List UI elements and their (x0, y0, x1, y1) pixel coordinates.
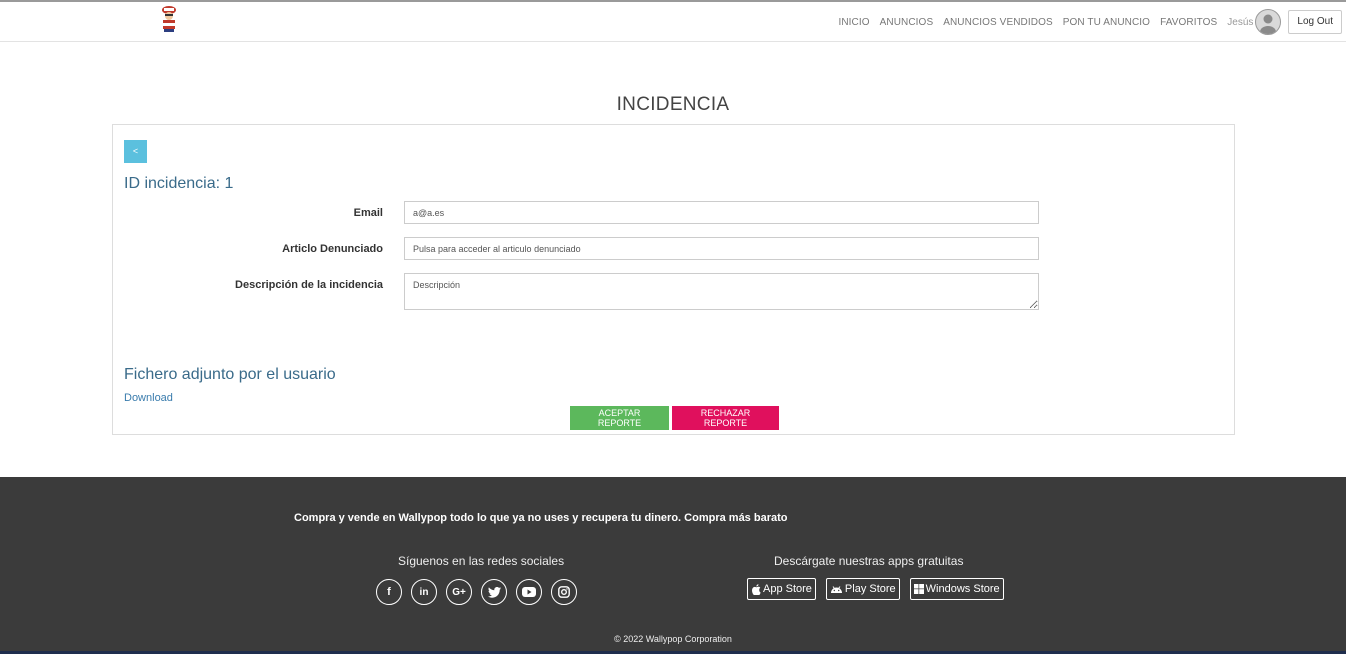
accept-report-button[interactable]: ACEPTAR REPORTE (570, 406, 669, 430)
facebook-icon[interactable]: f (376, 579, 402, 605)
incidence-panel: < ID incidencia: 1 Email Articlo Denunci… (112, 124, 1235, 435)
user-name: Jesús (1227, 16, 1254, 28)
twitter-icon[interactable] (481, 579, 507, 605)
social-links: f in G+ (376, 579, 586, 605)
reject-report-button[interactable]: RECHAZAR REPORTE (672, 406, 779, 430)
logout-button[interactable]: Log Out (1288, 10, 1342, 34)
social-title: Síguenos en las redes sociales (398, 554, 565, 568)
instagram-icon[interactable] (551, 579, 577, 605)
attachment-title: Fichero adjunto por el usuario (124, 366, 336, 383)
back-button[interactable]: < (124, 140, 147, 163)
article-link-field[interactable] (404, 237, 1039, 260)
windows-store-label: Windows Store (925, 583, 1000, 595)
article-label: Articlo Denunciado (282, 243, 383, 255)
user-avatar-icon (1260, 14, 1277, 34)
apple-icon (752, 583, 761, 595)
app-store-label: App Store (763, 583, 812, 595)
navbar: INICIO ANUNCIOS ANUNCIOS VENDIDOS PON TU… (0, 2, 1346, 42)
linkedin-icon[interactable]: in (411, 579, 437, 605)
windows-store-button[interactable]: Windows Store (909, 578, 1004, 600)
email-label: Email (353, 207, 383, 219)
description-label: Descripción de la incidencia (235, 279, 383, 291)
download-link[interactable]: Download (124, 392, 173, 404)
description-textarea[interactable] (404, 273, 1039, 310)
page-title: INCIDENCIA (616, 94, 730, 115)
app-store-button[interactable]: App Store (747, 578, 816, 600)
avatar[interactable] (1255, 9, 1282, 35)
nav-anuncios-vendidos[interactable]: ANUNCIOS VENDIDOS (943, 17, 1053, 28)
footer: Compra y vende en Wallypop todo lo que y… (0, 477, 1346, 654)
nav-inicio[interactable]: INICIO (838, 17, 869, 28)
google-plus-icon[interactable]: G+ (446, 579, 472, 605)
logo-icon[interactable] (160, 5, 178, 33)
copyright: © 2022 Wallypop Corporation (614, 634, 732, 644)
play-store-button[interactable]: Play Store (825, 578, 900, 600)
nav-pon-tu-anuncio[interactable]: PON TU ANUNCIO (1063, 17, 1150, 28)
play-store-label: Play Store (844, 583, 896, 595)
windows-icon (913, 584, 924, 594)
android-icon (830, 585, 842, 593)
footer-tagline: Compra y vende en Wallypop todo lo que y… (294, 512, 788, 524)
apps-title: Descárgate nuestras apps gratuitas (774, 554, 964, 568)
main-nav: INICIO ANUNCIOS ANUNCIOS VENDIDOS PON TU… (838, 9, 1342, 35)
email-field[interactable] (404, 201, 1039, 224)
incidence-id: ID incidencia: 1 (124, 175, 234, 192)
nav-favoritos[interactable]: FAVORITOS (1160, 17, 1217, 28)
nav-anuncios[interactable]: ANUNCIOS (880, 17, 934, 28)
youtube-icon[interactable] (516, 579, 542, 605)
app-store-links: App Store Play Store Windows Store (747, 578, 1014, 600)
